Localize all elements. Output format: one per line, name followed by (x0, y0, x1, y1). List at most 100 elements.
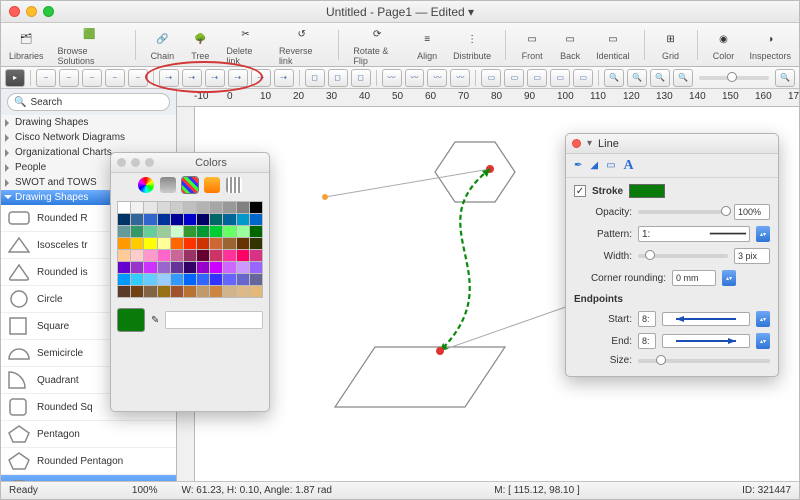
end-value[interactable]: 8: (638, 333, 656, 349)
color-wheel-icon[interactable] (138, 177, 154, 193)
color-swatch[interactable] (237, 226, 249, 237)
color-swatch[interactable] (171, 250, 183, 261)
grid-button[interactable]: ⊞Grid (659, 28, 683, 61)
minimize-icon[interactable] (131, 158, 140, 167)
draw-tool-button[interactable]: 〰 (427, 69, 447, 87)
container-tool-button[interactable]: ▭ (481, 69, 501, 87)
delete-link-button[interactable]: ✂Delete link (226, 23, 265, 66)
color-swatch[interactable] (158, 202, 170, 213)
color-swatch[interactable] (118, 274, 130, 285)
shape-tool-button[interactable]: ◻ (328, 69, 348, 87)
color-swatch[interactable] (223, 226, 235, 237)
shape-item[interactable]: Pentagon (1, 421, 176, 448)
color-swatch[interactable] (197, 214, 209, 225)
color-swatch[interactable] (223, 274, 235, 285)
corner-stepper[interactable]: ▴▾ (722, 270, 736, 286)
width-slider[interactable] (638, 254, 728, 258)
link-tool-button[interactable]: ⇢ (205, 69, 225, 87)
color-button[interactable]: ◉Color (711, 28, 735, 61)
category-item[interactable]: Cisco Network Diagrams (1, 130, 176, 145)
connector-button[interactable]: ⎯ (82, 69, 102, 87)
start-value[interactable]: 8: (638, 311, 656, 327)
color-swatch[interactable] (118, 262, 130, 273)
color-swatch[interactable] (144, 214, 156, 225)
color-swatch[interactable] (144, 250, 156, 261)
color-swatch[interactable] (184, 250, 196, 261)
connector-button[interactable]: ⎯ (105, 69, 125, 87)
color-swatch[interactable] (158, 274, 170, 285)
curved-connector[interactable] (440, 169, 490, 351)
rotate-flip-button[interactable]: ⟳Rotate & Flip (353, 23, 401, 66)
palettes-icon[interactable] (182, 177, 198, 193)
zoom-slider[interactable] (699, 76, 769, 80)
color-swatch[interactable] (223, 286, 235, 297)
container-tool-button[interactable]: ▭ (550, 69, 570, 87)
color-swatch[interactable] (158, 226, 170, 237)
connector-line[interactable] (440, 302, 580, 351)
color-swatch[interactable] (237, 250, 249, 261)
color-swatch[interactable] (223, 250, 235, 261)
color-swatch[interactable] (144, 274, 156, 285)
zoom-out-icon[interactable]: 🔍 (775, 69, 795, 87)
tree-button[interactable]: 🌳Tree (188, 28, 212, 61)
line-inspector-panel[interactable]: ▾ Line ✒ ◢ ▭ A ✓ Stroke Opacity: 100% Pa… (565, 133, 779, 377)
shape-tool-button[interactable]: ◻ (305, 69, 325, 87)
link-tool-button[interactable]: ⇢ (251, 69, 271, 87)
color-swatch[interactable] (131, 262, 143, 273)
endpoint-handle[interactable] (436, 347, 444, 355)
color-swatch[interactable] (131, 226, 143, 237)
color-swatch[interactable] (223, 262, 235, 273)
end-arrow-preview[interactable] (662, 334, 750, 348)
link-tool-button[interactable]: ⇢ (228, 69, 248, 87)
zoom-in-icon[interactable]: 🔍 (673, 69, 693, 87)
current-color-well[interactable] (117, 308, 145, 332)
distribute-button[interactable]: ⋮Distribute (453, 28, 491, 61)
shape-tool-button[interactable]: ◻ (351, 69, 371, 87)
color-swatch[interactable] (171, 238, 183, 249)
close-icon[interactable] (572, 139, 581, 148)
color-swatch[interactable] (237, 262, 249, 273)
reverse-link-button[interactable]: ↺Reverse link (279, 23, 325, 66)
color-swatch[interactable] (158, 250, 170, 261)
color-swatch[interactable] (250, 250, 262, 261)
close-icon[interactable] (117, 158, 126, 167)
width-value[interactable]: 3 pix (734, 248, 770, 264)
color-swatch[interactable] (118, 226, 130, 237)
color-swatch[interactable] (184, 274, 196, 285)
color-swatch[interactable] (184, 214, 196, 225)
color-swatch[interactable] (131, 214, 143, 225)
pattern-stepper[interactable]: ▴▾ (756, 226, 770, 242)
front-button[interactable]: ▭Front (520, 28, 544, 61)
shape-item[interactable]: Rounded Pentagon (1, 448, 176, 475)
zoom-fit-button[interactable]: 🔍 (627, 69, 647, 87)
color-swatch[interactable] (250, 226, 262, 237)
color-swatch[interactable] (210, 202, 222, 213)
link-tool-button[interactable]: ⇢ (182, 69, 202, 87)
shape-item[interactable]: Equilateral hexagon (1, 475, 176, 481)
opacity-slider[interactable] (638, 210, 728, 214)
link-tool-button[interactable]: ⇢ (274, 69, 294, 87)
browse-solutions-button[interactable]: 🟩Browse Solutions (58, 23, 122, 66)
eyedropper-icon[interactable]: ✎ (151, 315, 159, 326)
color-swatch[interactable] (250, 274, 262, 285)
back-button[interactable]: ▭Back (558, 28, 582, 61)
zoom-actual-button[interactable]: 🔍 (650, 69, 670, 87)
stroke-checkbox[interactable]: ✓ (574, 185, 586, 197)
stroke-color-well[interactable] (629, 184, 665, 198)
color-swatch[interactable] (171, 274, 183, 285)
color-swatch[interactable] (250, 214, 262, 225)
color-swatch[interactable] (210, 286, 222, 297)
sliders-icon[interactable] (160, 177, 176, 193)
color-swatch[interactable] (144, 286, 156, 297)
color-swatch[interactable] (144, 262, 156, 273)
inspectors-button[interactable]: ◑Inspectors (749, 28, 791, 61)
identical-button[interactable]: ▭Identical (596, 28, 630, 61)
color-swatch[interactable] (118, 250, 130, 261)
color-swatch[interactable] (131, 274, 143, 285)
draw-tool-button[interactable]: 〰 (382, 69, 402, 87)
color-swatch[interactable] (197, 262, 209, 273)
crayons-icon[interactable] (226, 177, 242, 193)
connector-line[interactable] (325, 169, 490, 197)
start-arrow-preview[interactable] (662, 312, 750, 326)
color-swatch[interactable] (210, 226, 222, 237)
